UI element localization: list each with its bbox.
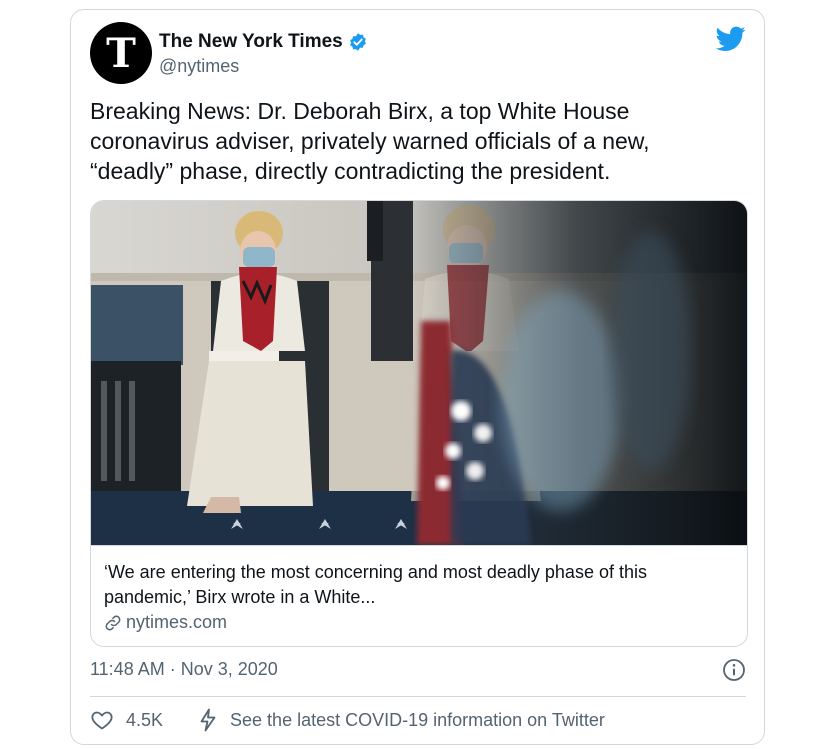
card-description[interactable]: ‘We are entering the most concerning and… [104, 560, 724, 610]
author-handle[interactable]: @nytimes [159, 56, 239, 77]
article-photo-illustration [91, 201, 747, 545]
verified-badge-icon [349, 33, 366, 51]
display-name[interactable]: The New York Times [159, 31, 343, 53]
covid-info-text[interactable]: See the latest COVID-19 information on T… [230, 710, 605, 731]
card-body[interactable]: ‘We are entering the most concerning and… [91, 545, 747, 646]
link-card[interactable]: ‘We are entering the most concerning and… [90, 200, 748, 647]
twitter-bird-icon[interactable] [716, 26, 746, 52]
tweet-card[interactable]: T The New York Times @nytimes Breaking N… [70, 9, 765, 745]
heart-icon[interactable] [90, 708, 114, 732]
lightning-bolt-icon [200, 708, 216, 732]
article-photo[interactable] [91, 201, 747, 545]
like-count[interactable]: 4.5K [126, 710, 163, 731]
covid-info-link[interactable]: See the latest COVID-19 information on T… [197, 708, 605, 732]
info-icon[interactable] [722, 658, 746, 682]
link-icon [105, 615, 121, 630]
author-name-row[interactable]: The New York Times [159, 31, 368, 53]
avatar[interactable]: T [90, 22, 152, 84]
action-bar: 4.5K See the latest COVID-19 information… [90, 708, 605, 732]
divider [90, 696, 746, 697]
card-domain[interactable]: nytimes.com [104, 612, 227, 633]
tweet-timestamp[interactable]: 11:48 AM · Nov 3, 2020 [90, 659, 278, 680]
tweet-text: Breaking News: Dr. Deborah Birx, a top W… [90, 98, 650, 184]
card-domain-text[interactable]: nytimes.com [126, 612, 227, 633]
nyt-logo-icon: T [106, 29, 136, 77]
